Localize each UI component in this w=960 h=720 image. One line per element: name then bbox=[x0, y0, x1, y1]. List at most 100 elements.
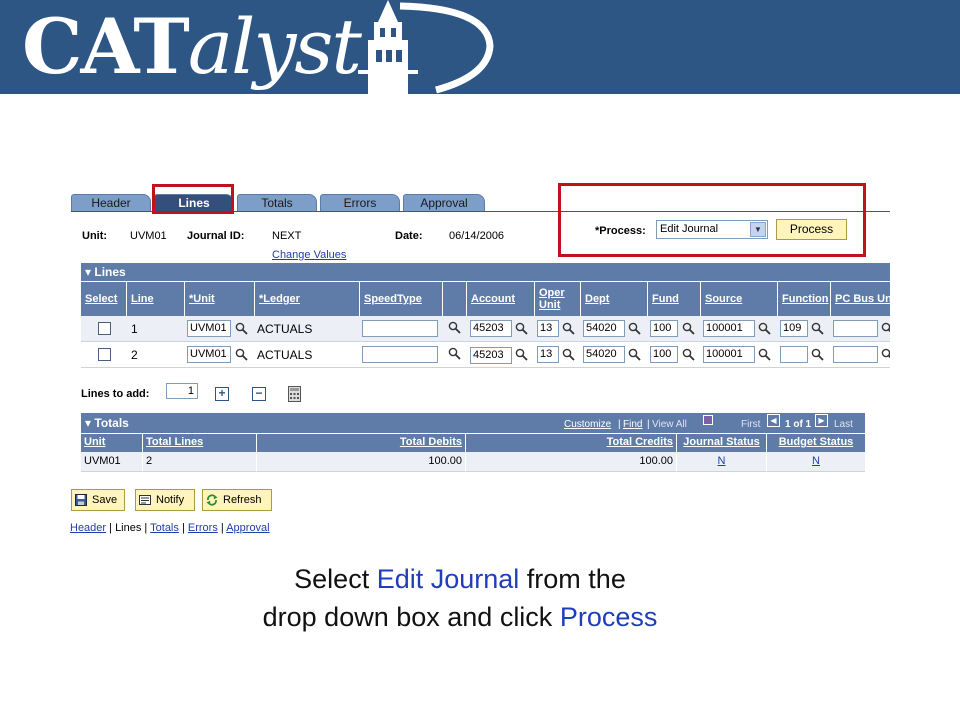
first-link[interactable]: First bbox=[741, 419, 760, 430]
budget-status-link[interactable]: N bbox=[767, 452, 865, 472]
oper-unit-input[interactable]: 13 bbox=[537, 346, 559, 363]
col-total-lines[interactable]: Total Lines bbox=[143, 433, 257, 452]
function-input[interactable] bbox=[780, 346, 808, 363]
notify-button-label: Notify bbox=[156, 494, 185, 506]
unit-input[interactable]: UVM01 bbox=[187, 346, 231, 363]
magnifier-icon[interactable] bbox=[881, 348, 890, 361]
magnifier-icon[interactable] bbox=[448, 321, 461, 334]
refresh-button[interactable]: Refresh bbox=[202, 489, 272, 511]
lines-tab-highlight bbox=[152, 184, 234, 214]
unit-value: UVM01 bbox=[130, 230, 167, 242]
tab-errors[interactable]: Errors bbox=[320, 194, 400, 212]
tab-approval[interactable]: Approval bbox=[403, 194, 485, 212]
unit-input[interactable]: UVM01 bbox=[187, 320, 231, 337]
collapse-triangle-icon[interactable]: ▾ bbox=[85, 265, 91, 279]
col-function[interactable]: Function bbox=[778, 282, 831, 316]
prev-arrow-icon[interactable]: ◀ bbox=[767, 414, 780, 427]
process-label: *Process: bbox=[595, 225, 646, 237]
magnifier-icon[interactable] bbox=[562, 348, 575, 361]
magnifier-icon[interactable] bbox=[682, 348, 695, 361]
col-line[interactable]: Line bbox=[127, 282, 185, 316]
notify-button[interactable]: Notify bbox=[135, 489, 195, 511]
tab-header[interactable]: Header bbox=[71, 194, 151, 212]
magnifier-icon[interactable] bbox=[235, 322, 248, 335]
col-source[interactable]: Source bbox=[701, 282, 778, 316]
pc-bus-unit-input[interactable] bbox=[833, 346, 878, 363]
lines-to-add-input[interactable]: 1 bbox=[166, 383, 198, 399]
speedtype-input[interactable] bbox=[362, 346, 438, 363]
magnifier-icon[interactable] bbox=[515, 348, 528, 361]
delete-row-button[interactable]: − bbox=[252, 387, 266, 401]
add-row-button[interactable]: + bbox=[215, 387, 229, 401]
col-unit[interactable]: *Unit bbox=[185, 282, 255, 316]
col-dept[interactable]: Dept bbox=[581, 282, 648, 316]
source-input[interactable]: 100001 bbox=[703, 346, 755, 363]
magnifier-icon[interactable] bbox=[811, 348, 824, 361]
link-totals[interactable]: Totals bbox=[150, 522, 179, 534]
magnifier-icon[interactable] bbox=[881, 322, 890, 335]
source-input[interactable]: 100001 bbox=[703, 320, 755, 337]
col-select[interactable]: Select bbox=[81, 282, 127, 316]
link-separator: | bbox=[106, 522, 116, 534]
find-link[interactable]: Find bbox=[623, 419, 642, 430]
process-selected-value: Edit Journal bbox=[660, 223, 719, 235]
magnifier-icon[interactable] bbox=[682, 322, 695, 335]
caption-line-2: drop down box and click Process bbox=[262, 602, 658, 632]
nav-separator: | bbox=[647, 419, 650, 430]
change-values-link[interactable]: Change Values bbox=[272, 249, 346, 261]
magnifier-icon[interactable] bbox=[515, 322, 528, 335]
tab-totals[interactable]: Totals bbox=[237, 194, 317, 212]
link-approval[interactable]: Approval bbox=[226, 522, 269, 534]
col-ledger[interactable]: *Ledger bbox=[255, 282, 360, 316]
view-all-link[interactable]: View All bbox=[652, 419, 687, 430]
pc-bus-unit-input[interactable] bbox=[833, 320, 878, 337]
magnifier-icon[interactable] bbox=[811, 322, 824, 335]
col-budget-status[interactable]: Budget Status bbox=[767, 433, 865, 452]
collapse-triangle-icon[interactable]: ▾ bbox=[85, 416, 91, 430]
fund-input[interactable]: 100 bbox=[650, 320, 678, 337]
caption-line-1: Select Edit Journal from the bbox=[294, 564, 626, 594]
next-arrow-icon[interactable]: ▶ bbox=[815, 414, 828, 427]
save-button[interactable]: Save bbox=[71, 489, 125, 511]
select-checkbox[interactable] bbox=[98, 322, 111, 335]
total-lines: 2 bbox=[143, 452, 257, 472]
journal-status-link[interactable]: N bbox=[677, 452, 767, 472]
magnifier-icon[interactable] bbox=[235, 348, 248, 361]
select-checkbox[interactable] bbox=[98, 348, 111, 361]
grid-download-icon[interactable] bbox=[703, 415, 713, 425]
account-input[interactable]: 45203 bbox=[470, 320, 512, 337]
magnifier-icon[interactable] bbox=[448, 347, 461, 360]
col-total-credits[interactable]: Total Credits bbox=[466, 433, 677, 452]
col-total-debits[interactable]: Total Debits bbox=[257, 433, 466, 452]
account-input[interactable]: 45203 bbox=[470, 347, 512, 364]
save-button-label: Save bbox=[92, 494, 118, 506]
magnifier-icon[interactable] bbox=[628, 348, 641, 361]
fund-input[interactable]: 100 bbox=[650, 346, 678, 363]
magnifier-icon[interactable] bbox=[758, 322, 771, 335]
dept-input[interactable]: 54020 bbox=[583, 320, 625, 337]
col-speedtype[interactable]: SpeedType bbox=[360, 282, 443, 316]
function-input[interactable]: 109 bbox=[780, 320, 808, 337]
magnifier-icon[interactable] bbox=[628, 322, 641, 335]
col-account[interactable]: Account bbox=[467, 282, 535, 316]
customize-link[interactable]: Customize bbox=[564, 419, 611, 430]
col-unit[interactable]: Unit bbox=[81, 433, 143, 452]
nav-separator: | bbox=[618, 419, 621, 430]
col-oper-unit[interactable]: Oper Unit bbox=[535, 282, 581, 316]
process-select[interactable]: Edit Journal ▼ bbox=[656, 220, 768, 239]
col-fund[interactable]: Fund bbox=[648, 282, 701, 316]
magnifier-icon[interactable] bbox=[562, 322, 575, 335]
link-header[interactable]: Header bbox=[70, 522, 106, 534]
col-journal-status[interactable]: Journal Status bbox=[677, 433, 767, 452]
link-errors[interactable]: Errors bbox=[188, 522, 218, 534]
calculator-icon[interactable] bbox=[288, 386, 301, 402]
oper-unit-input[interactable]: 13 bbox=[537, 320, 559, 337]
dept-input[interactable]: 54020 bbox=[583, 346, 625, 363]
col-pc-bus-unit[interactable]: PC Bus Un bbox=[831, 282, 890, 316]
chevron-down-icon[interactable]: ▼ bbox=[750, 222, 766, 237]
lines-to-add-label: Lines to add: bbox=[81, 388, 150, 400]
last-link[interactable]: Last bbox=[834, 419, 853, 430]
magnifier-icon[interactable] bbox=[758, 348, 771, 361]
process-button[interactable]: Process bbox=[776, 219, 847, 240]
speedtype-input[interactable] bbox=[362, 320, 438, 337]
